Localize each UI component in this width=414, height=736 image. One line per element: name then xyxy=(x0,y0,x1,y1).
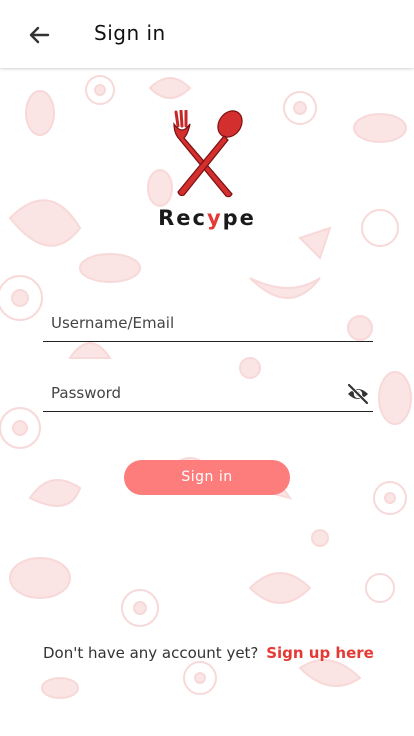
back-button[interactable] xyxy=(22,19,56,51)
eye-off-icon[interactable] xyxy=(346,383,370,405)
sign-in-form-container: Recype Sign in Don't have any account ye… xyxy=(0,0,414,736)
crossed-fork-spoon-icon xyxy=(173,110,243,198)
username-input[interactable] xyxy=(49,309,333,337)
app-logo-text: Recype xyxy=(0,206,414,230)
app-bar: Sign in xyxy=(0,0,414,68)
password-input[interactable] xyxy=(49,379,333,407)
page-title: Sign in xyxy=(94,21,166,45)
username-field xyxy=(43,305,373,342)
logo-text-suffix: pe xyxy=(222,206,256,230)
sign-in-button[interactable]: Sign in xyxy=(124,460,290,495)
logo-text-highlight: y xyxy=(206,206,223,230)
sign-up-link[interactable]: Sign up here xyxy=(266,644,374,662)
password-field xyxy=(43,375,373,412)
arrow-left-icon xyxy=(29,26,50,44)
signup-prompt: Don't have any account yet? Sign up here xyxy=(43,644,374,662)
logo-text-prefix: Rec xyxy=(158,206,207,230)
signup-prompt-text: Don't have any account yet? xyxy=(43,644,259,662)
